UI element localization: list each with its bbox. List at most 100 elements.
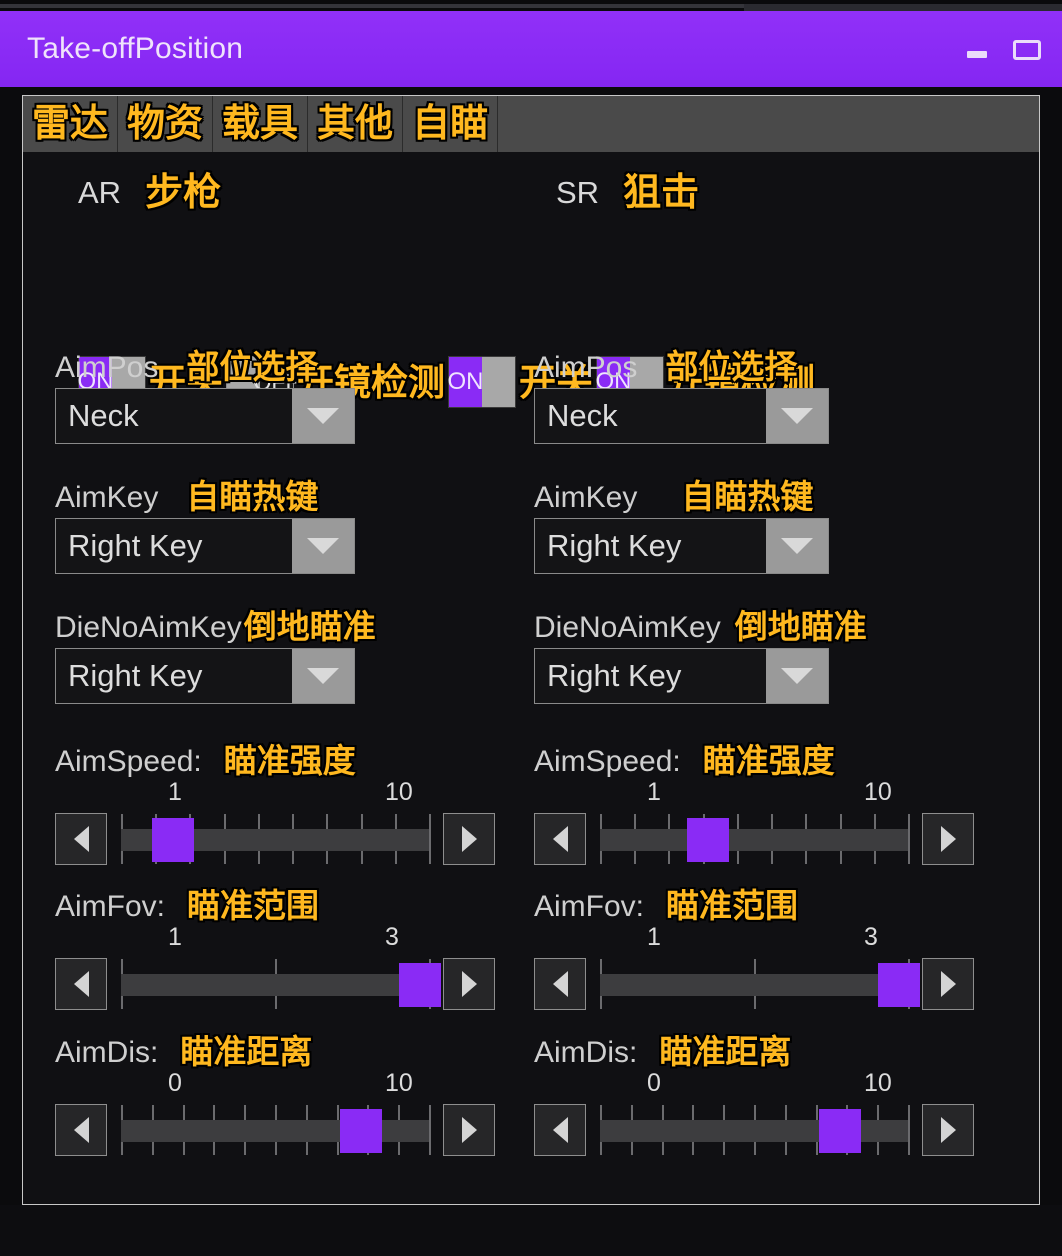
field-name: AimPos xyxy=(55,351,159,384)
window-title: Take-offPosition xyxy=(27,32,244,65)
slider-min-label: 1 xyxy=(647,923,661,951)
slider-track-sr-aimdis[interactable] xyxy=(600,1101,910,1159)
chevron-down-icon[interactable] xyxy=(292,519,354,573)
application-window: Take-offPosition 雷达 物资 载具 其他 自瞄 AR 步枪 SR… xyxy=(0,4,1062,1256)
slider-thumb[interactable] xyxy=(686,818,729,862)
slider-max-label: 10 xyxy=(385,1069,413,1097)
tab-vehicles[interactable]: 载具 xyxy=(213,96,309,152)
slider-track-fill xyxy=(121,1120,429,1142)
slider-range-labels: 0 10 xyxy=(534,1071,974,1099)
toggle-sr-enable[interactable]: ON xyxy=(448,356,516,408)
field-caption: 自瞄热键 xyxy=(186,478,319,515)
tab-aimbot[interactable]: 自瞄 xyxy=(403,96,499,152)
dropdown-ar-dienoaimkey[interactable]: Right Key xyxy=(55,648,355,704)
slider-name: AimSpeed: xyxy=(55,745,202,778)
triangle-right-icon[interactable] xyxy=(443,1104,495,1156)
dropdown-value: Right Key xyxy=(68,658,203,693)
triangle-left-icon[interactable] xyxy=(534,813,586,865)
dropdown-ar-aimpos[interactable]: Neck xyxy=(55,388,355,444)
slider-tick xyxy=(908,1105,910,1155)
slider-name: AimSpeed: xyxy=(534,745,681,778)
slider-min-label: 1 xyxy=(168,923,182,951)
triangle-right-icon[interactable] xyxy=(922,958,974,1010)
weapon-code-ar: AR xyxy=(78,175,122,210)
tab-bar: 雷达 物资 载具 其他 自瞄 xyxy=(23,96,1039,152)
slider-caption: 瞄准范围 xyxy=(187,887,320,924)
chevron-down-icon[interactable] xyxy=(766,519,828,573)
slider-tick xyxy=(429,814,431,864)
maximize-button[interactable] xyxy=(1010,35,1044,63)
slider-thumb[interactable] xyxy=(152,818,195,862)
chevron-down-icon[interactable] xyxy=(766,649,828,703)
weapon-code-sr: SR xyxy=(556,175,600,210)
triangle-right-icon[interactable] xyxy=(922,1104,974,1156)
chevron-down-icon[interactable] xyxy=(766,389,828,443)
toggle-state-label: ON xyxy=(447,368,484,395)
field-caption: 自瞄热键 xyxy=(681,478,814,515)
chevron-down-icon[interactable] xyxy=(292,389,354,443)
field-ar-aimkey: AimKey 自瞄热键 Right Key xyxy=(55,479,355,574)
field-label-row: DieNoAimKey 倒地瞄准 xyxy=(55,609,376,644)
slider-min-label: 1 xyxy=(168,778,182,806)
slider-track-sr-aimfov[interactable] xyxy=(600,955,920,1013)
slider-thumb[interactable] xyxy=(819,1109,862,1153)
content-panel: 雷达 物资 载具 其他 自瞄 AR 步枪 SR 狙击 ON 开关 OFF 开镜检… xyxy=(22,95,1040,1205)
triangle-left-icon[interactable] xyxy=(534,1104,586,1156)
tab-bar-filler xyxy=(498,96,1039,152)
slider-track-ar-aimdis[interactable] xyxy=(121,1101,431,1159)
minimize-button[interactable] xyxy=(960,35,994,63)
field-sr-aimpos: AimPos 部位选择 Neck xyxy=(534,349,829,444)
slider-label-row: AimFov: 瞄准范围 xyxy=(534,886,974,922)
field-ar-dienoaimkey: DieNoAimKey 倒地瞄准 Right Key xyxy=(55,609,376,704)
dropdown-sr-dienoaimkey[interactable]: Right Key xyxy=(534,648,829,704)
weapon-header-ar: AR 步枪 xyxy=(78,174,221,212)
toggle-knob xyxy=(482,357,515,407)
maximize-icon xyxy=(1013,40,1041,60)
dropdown-value: Right Key xyxy=(547,528,682,563)
triangle-right-icon[interactable] xyxy=(922,813,974,865)
slider-track-ar-aimspeed[interactable] xyxy=(121,810,431,868)
triangle-left-icon[interactable] xyxy=(55,813,107,865)
dropdown-value: Right Key xyxy=(547,658,682,693)
slider-thumb[interactable] xyxy=(877,963,920,1007)
triangle-left-icon[interactable] xyxy=(534,958,586,1010)
field-name: AimPos xyxy=(534,351,638,384)
field-label-row: AimPos 部位选择 xyxy=(534,349,829,383)
field-name: AimKey xyxy=(534,481,638,514)
triangle-right-icon[interactable] xyxy=(443,958,495,1010)
field-label-row: AimKey 自瞄热键 xyxy=(55,479,355,513)
title-bar[interactable]: Take-offPosition xyxy=(0,11,1062,87)
slider-tick xyxy=(908,814,910,864)
slider-ar-aimspeed: AimSpeed: 瞄准强度 1 10 xyxy=(55,741,495,868)
triangle-right-icon[interactable] xyxy=(443,813,495,865)
tab-label: 自瞄 xyxy=(412,103,489,145)
tab-label: 雷达 xyxy=(32,103,109,145)
slider-tick xyxy=(429,1105,431,1155)
dropdown-sr-aimkey[interactable]: Right Key xyxy=(534,518,829,574)
triangle-left-icon[interactable] xyxy=(55,958,107,1010)
field-caption: 倒地瞄准 xyxy=(734,608,867,645)
slider-track-fill xyxy=(600,1120,908,1142)
tab-label: 载具 xyxy=(222,103,299,145)
field-caption: 部位选择 xyxy=(665,348,798,385)
triangle-left-icon[interactable] xyxy=(55,1104,107,1156)
slider-thumb[interactable] xyxy=(340,1109,383,1153)
tab-label: 物资 xyxy=(127,103,204,145)
tab-supplies[interactable]: 物资 xyxy=(118,96,214,152)
slider-track-fill xyxy=(600,829,908,851)
slider-track-ar-aimfov[interactable] xyxy=(121,955,441,1013)
field-name: DieNoAimKey xyxy=(55,611,242,644)
chevron-down-icon[interactable] xyxy=(292,649,354,703)
field-sr-aimkey: AimKey 自瞄热键 Right Key xyxy=(534,479,829,574)
dropdown-ar-aimkey[interactable]: Right Key xyxy=(55,518,355,574)
dropdown-sr-aimpos[interactable]: Neck xyxy=(534,388,829,444)
toggle-track: ON xyxy=(447,357,484,407)
slider-max-label: 3 xyxy=(864,923,878,951)
tab-radar[interactable]: 雷达 xyxy=(23,96,119,152)
slider-thumb[interactable] xyxy=(398,963,441,1007)
slider-track-sr-aimspeed[interactable] xyxy=(600,810,910,868)
slider-caption: 瞄准强度 xyxy=(223,742,356,779)
tab-other[interactable]: 其他 xyxy=(308,96,404,152)
slider-max-label: 10 xyxy=(385,778,413,806)
slider-control-row xyxy=(55,955,495,1013)
